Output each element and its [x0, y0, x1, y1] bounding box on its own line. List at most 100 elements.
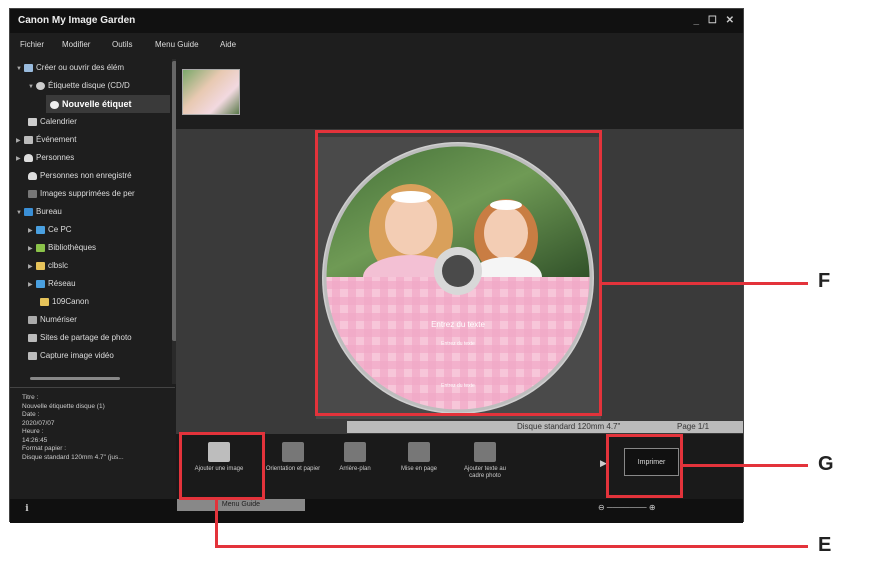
callout-label-e: E: [818, 534, 832, 556]
scanner-icon: [28, 315, 37, 324]
sidebar-item-people[interactable]: ▶ Personnes: [16, 149, 74, 167]
menu-tools[interactable]: Outils: [112, 40, 132, 49]
window-title: Canon My Image Garden: [18, 15, 136, 26]
sidebar-horizontal-scrollbar[interactable]: [30, 377, 120, 380]
menu-file[interactable]: Fichier: [20, 40, 44, 49]
toolbar-item-label: Orientation et papier: [265, 466, 321, 472]
info-line: Date :: [22, 411, 40, 418]
callout-box-g: [606, 434, 683, 498]
photo-sharing-icon: [28, 333, 37, 342]
callout-line-e-vertical: [215, 500, 218, 548]
sidebar-item-libraries[interactable]: ▶ Bibliothèques: [28, 239, 96, 257]
status-bar: Disque standard 120mm 4.7" Page 1/1: [347, 421, 743, 433]
folder-icon: [40, 297, 49, 306]
menu-help[interactable]: Aide: [220, 40, 236, 49]
info-line: 2020/07/07: [22, 419, 55, 427]
callout-line-g: [683, 464, 808, 467]
sidebar-item-label: Personnes non enregistré: [40, 171, 132, 180]
sidebar-item-label: Ce PC: [48, 225, 72, 234]
thumbnail-strip: [176, 59, 743, 130]
sidebar-item-new-label[interactable]: Nouvelle étiquet: [46, 95, 170, 113]
sidebar-item-video-capture[interactable]: Capture image vidéo: [28, 347, 114, 365]
bottom-bar: i Menu Guide ⊖ ─────── ⊕: [10, 499, 743, 523]
expand-arrow-icon[interactable]: ▶: [28, 258, 36, 276]
menu-bar: Fichier Modifier Outils Menu Guide Aide: [10, 37, 743, 53]
sidebar-item-event[interactable]: ▶ Événement: [16, 131, 76, 149]
sidebar-item-calendar[interactable]: Calendrier: [28, 113, 77, 131]
orientation-icon: [282, 442, 304, 462]
photo-thumbnail[interactable]: [182, 69, 240, 115]
toolbar-item-label: Arrière-plan: [339, 466, 371, 472]
desktop-icon: [24, 207, 33, 216]
computer-icon: [36, 225, 45, 234]
sidebar-item-photo-sharing[interactable]: Sites de partage de photo: [28, 329, 132, 347]
menu-edit[interactable]: Modifier: [62, 40, 90, 49]
info-icon[interactable]: i: [22, 504, 32, 514]
sidebar-item-create[interactable]: ▼ Créer ou ouvrir des élém: [16, 59, 124, 77]
callout-line-f: [602, 282, 808, 285]
expand-arrow-icon[interactable]: ▶: [16, 150, 24, 168]
background-icon: [344, 442, 366, 462]
sidebar-item-label: 109Canon: [52, 297, 89, 306]
expand-arrow-icon[interactable]: ▼: [16, 204, 24, 222]
sidebar-item-label: Capture image vidéo: [40, 351, 114, 360]
info-line: Format papier :: [22, 445, 67, 452]
info-line: Nouvelle étiquette disque (1): [22, 402, 105, 410]
expand-arrow-icon[interactable]: ▶: [28, 240, 36, 258]
zoom-slider[interactable]: ⊖ ─────── ⊕: [598, 503, 656, 515]
deleted-images-icon: [28, 189, 37, 198]
expand-arrow-icon[interactable]: ▼: [16, 60, 24, 78]
sidebar-item-label: Calendrier: [40, 117, 77, 126]
user-folder-icon: [36, 261, 45, 270]
sidebar-item-this-pc[interactable]: ▶ Ce PC: [28, 221, 72, 239]
sidebar-item-label: Nouvelle étiquet: [62, 99, 132, 109]
callout-line-e: [215, 545, 808, 548]
background-button[interactable]: Arrière-plan: [326, 442, 384, 473]
page-count-status: Page 1/1: [677, 422, 710, 431]
info-line: 14:26:45: [22, 436, 48, 444]
item-info-panel: Titre : Nouvelle étiquette disque (1) Da…: [10, 387, 175, 497]
sidebar-item-user-folder[interactable]: ▶ clbslc: [28, 257, 68, 275]
callout-box-f: [315, 130, 602, 416]
sidebar-item-label: Numériser: [40, 315, 77, 324]
sidebar-item-scan[interactable]: Numériser: [28, 311, 77, 329]
sidebar-item-label: Personnes: [36, 153, 75, 162]
title-bar: Canon My Image Garden _ ☐ ✕: [10, 9, 743, 33]
callout-box-e: [179, 432, 265, 500]
add-text-icon: [474, 442, 496, 462]
sidebar-item-desktop[interactable]: ▼ Bureau: [16, 203, 62, 221]
expand-arrow-icon[interactable]: ▼: [28, 78, 36, 96]
toolbar-item-label: Ajouter texte au cadre photo: [463, 466, 507, 479]
sidebar-item-deleted-images[interactable]: Images supprimées de per: [28, 185, 135, 203]
sidebar-item-label: Images supprimées de per: [40, 189, 135, 198]
sidebar-item-label: Sites de partage de photo: [40, 333, 132, 342]
menu-guide[interactable]: Menu Guide: [155, 40, 199, 49]
add-text-button[interactable]: Ajouter texte au cadre photo: [456, 442, 514, 480]
disc-icon: [36, 81, 45, 90]
sidebar-item-label: Créer ou ouvrir des élém: [36, 63, 125, 72]
sidebar-item-label: clbslc: [48, 261, 69, 270]
network-icon: [36, 279, 45, 288]
sidebar-item-unregistered[interactable]: Personnes non enregistré: [28, 167, 132, 185]
sidebar-item-label: Réseau: [48, 279, 76, 288]
create-icon: [24, 63, 33, 72]
toolbar-item-label: Mise en page: [400, 466, 438, 472]
sidebar: ▼ Créer ou ouvrir des élém ▼ Étiquette dis…: [10, 59, 170, 384]
person-icon: [24, 153, 33, 162]
sidebar-item-canon-folder[interactable]: 109Canon: [40, 293, 89, 311]
layout-button[interactable]: Mise en page: [390, 442, 448, 473]
orientation-paper-button[interactable]: Orientation et papier: [264, 442, 322, 473]
calendar-icon: [28, 117, 37, 126]
expand-arrow-icon[interactable]: ▶: [28, 276, 36, 294]
sidebar-item-disc-label[interactable]: ▼ Étiquette disque (CD/D: [28, 77, 130, 95]
expand-arrow-icon[interactable]: ▶: [28, 222, 36, 240]
library-icon: [36, 243, 45, 252]
callout-label-f: F: [818, 270, 831, 292]
video-capture-icon: [28, 351, 37, 360]
callout-label-g: G: [818, 453, 834, 475]
window-controls[interactable]: _ ☐ ✕: [694, 9, 737, 33]
person-icon: [28, 171, 37, 180]
expand-arrow-icon[interactable]: ▶: [16, 132, 24, 150]
menu-guide-button[interactable]: Menu Guide: [177, 499, 305, 511]
sidebar-item-network[interactable]: ▶ Réseau: [28, 275, 76, 293]
